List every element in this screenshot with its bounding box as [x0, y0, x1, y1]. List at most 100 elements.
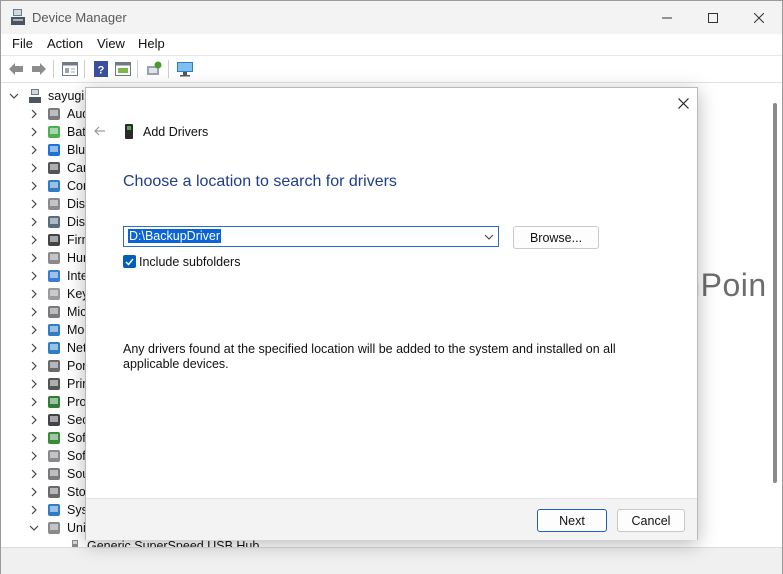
update-driver-button[interactable]	[113, 59, 133, 79]
chevron-right-icon[interactable]	[29, 145, 39, 155]
include-subfolders-checkbox[interactable]	[123, 255, 136, 268]
tree-category-label: Por	[67, 359, 87, 373]
chevron-right-icon[interactable]	[29, 199, 39, 209]
chevron-right-icon[interactable]	[29, 487, 39, 497]
tree-category-label: Net	[67, 341, 87, 355]
toolbar-separator	[53, 60, 54, 78]
chevron-right-icon[interactable]	[29, 217, 39, 227]
system-icon	[48, 504, 60, 516]
minimize-button[interactable]	[644, 1, 690, 34]
forward-button[interactable]	[29, 59, 49, 79]
dialog-footer: Next Cancel	[86, 498, 697, 540]
software-device-icon	[48, 450, 60, 462]
monitor-button[interactable]	[175, 59, 195, 79]
speaker-icon	[48, 108, 60, 120]
menu-file[interactable]: File	[12, 36, 33, 51]
usb-hub-icon	[72, 540, 78, 547]
dialog-back-button[interactable]	[92, 123, 108, 139]
chevron-right-icon[interactable]	[29, 379, 39, 389]
camera-icon	[48, 162, 60, 174]
keyboard-icon	[48, 288, 60, 300]
back-arrow-icon	[94, 126, 105, 136]
scan-hardware-icon	[147, 61, 162, 75]
dialog-description: Any drivers found at the specified locat…	[123, 342, 616, 371]
bluetooth-icon	[48, 144, 60, 156]
chevron-right-icon[interactable]	[29, 361, 39, 371]
mouse-icon	[48, 306, 60, 318]
sound-icon	[48, 468, 60, 480]
include-subfolders-label[interactable]: Include subfolders	[139, 255, 240, 269]
chevron-right-icon[interactable]	[29, 235, 39, 245]
chevron-down-icon[interactable]	[9, 91, 19, 101]
forward-arrow-icon	[32, 63, 46, 75]
monitor-icon	[177, 62, 193, 77]
chevron-right-icon[interactable]	[29, 163, 39, 173]
toolbar-separator	[84, 60, 85, 78]
close-button[interactable]	[736, 1, 782, 34]
driver-path-combobox[interactable]: D:\BackupDriver	[123, 226, 499, 247]
dialog-close-button[interactable]	[674, 94, 692, 112]
chevron-down-icon[interactable]	[29, 523, 39, 533]
chevron-right-icon[interactable]	[29, 181, 39, 191]
computer-root-icon	[29, 89, 41, 103]
processor-icon	[48, 396, 60, 408]
back-button[interactable]	[6, 59, 26, 79]
chevron-right-icon[interactable]	[29, 469, 39, 479]
monitor-icon	[48, 324, 60, 336]
add-drivers-dialog: Add Drivers Choose a location to search …	[85, 87, 698, 540]
properties-icon	[62, 62, 78, 76]
port-icon	[48, 360, 60, 372]
chevron-right-icon[interactable]	[29, 505, 39, 515]
cancel-button[interactable]: Cancel	[617, 509, 685, 532]
close-icon	[754, 12, 764, 23]
properties-button[interactable]	[60, 59, 80, 79]
tree-root-label: sayugi	[48, 89, 85, 103]
chevron-right-icon[interactable]	[29, 397, 39, 407]
chevron-right-icon[interactable]	[29, 289, 39, 299]
next-button[interactable]: Next	[537, 509, 607, 532]
device-manager-app-icon	[11, 9, 25, 25]
svg-text:?: ?	[98, 65, 105, 77]
toolbar: ?	[1, 56, 782, 83]
close-icon	[677, 97, 689, 109]
chevron-right-icon[interactable]	[29, 109, 39, 119]
display-adapter-icon	[48, 216, 60, 228]
browse-button[interactable]: Browse...	[513, 226, 599, 249]
chevron-right-icon[interactable]	[29, 307, 39, 317]
toolbar-separator	[137, 60, 138, 78]
chevron-right-icon[interactable]	[29, 415, 39, 425]
maximize-button[interactable]	[690, 1, 736, 34]
chevron-right-icon[interactable]	[29, 127, 39, 137]
dialog-heading: Choose a location to search for drivers	[123, 173, 397, 190]
chip-icon	[48, 270, 60, 282]
menu-help[interactable]: Help	[138, 36, 165, 51]
help-button[interactable]: ?	[91, 59, 111, 79]
menu-action[interactable]: Action	[47, 36, 83, 51]
tree-category-label: Mic	[67, 305, 87, 319]
menu-bar: File Action View Help	[1, 34, 782, 56]
chevron-right-icon[interactable]	[29, 271, 39, 281]
scan-hardware-button[interactable]	[144, 59, 164, 79]
chevron-right-icon[interactable]	[29, 343, 39, 353]
driver-device-icon	[125, 124, 133, 139]
chevron-right-icon[interactable]	[29, 451, 39, 461]
battery-icon	[48, 126, 60, 138]
driver-path-value[interactable]: D:\BackupDriver	[128, 229, 221, 243]
software-component-icon	[48, 432, 60, 444]
chevron-right-icon[interactable]	[29, 325, 39, 335]
vertical-scrollbar[interactable]	[768, 83, 782, 547]
maximize-icon	[708, 12, 718, 23]
back-arrow-icon	[9, 63, 23, 75]
security-icon	[48, 414, 60, 426]
title-bar[interactable]: Device Manager	[1, 1, 782, 34]
printer-icon	[48, 378, 60, 390]
chevron-down-icon[interactable]	[484, 232, 494, 242]
chevron-right-icon[interactable]	[29, 433, 39, 443]
dialog-title: Add Drivers	[143, 125, 209, 139]
chevron-right-icon[interactable]	[29, 253, 39, 263]
menu-view[interactable]: View	[97, 36, 125, 51]
tree-category-label: Mo	[67, 323, 85, 337]
checkmark-icon	[125, 258, 134, 266]
computer-icon	[48, 180, 60, 192]
network-icon	[48, 342, 60, 354]
